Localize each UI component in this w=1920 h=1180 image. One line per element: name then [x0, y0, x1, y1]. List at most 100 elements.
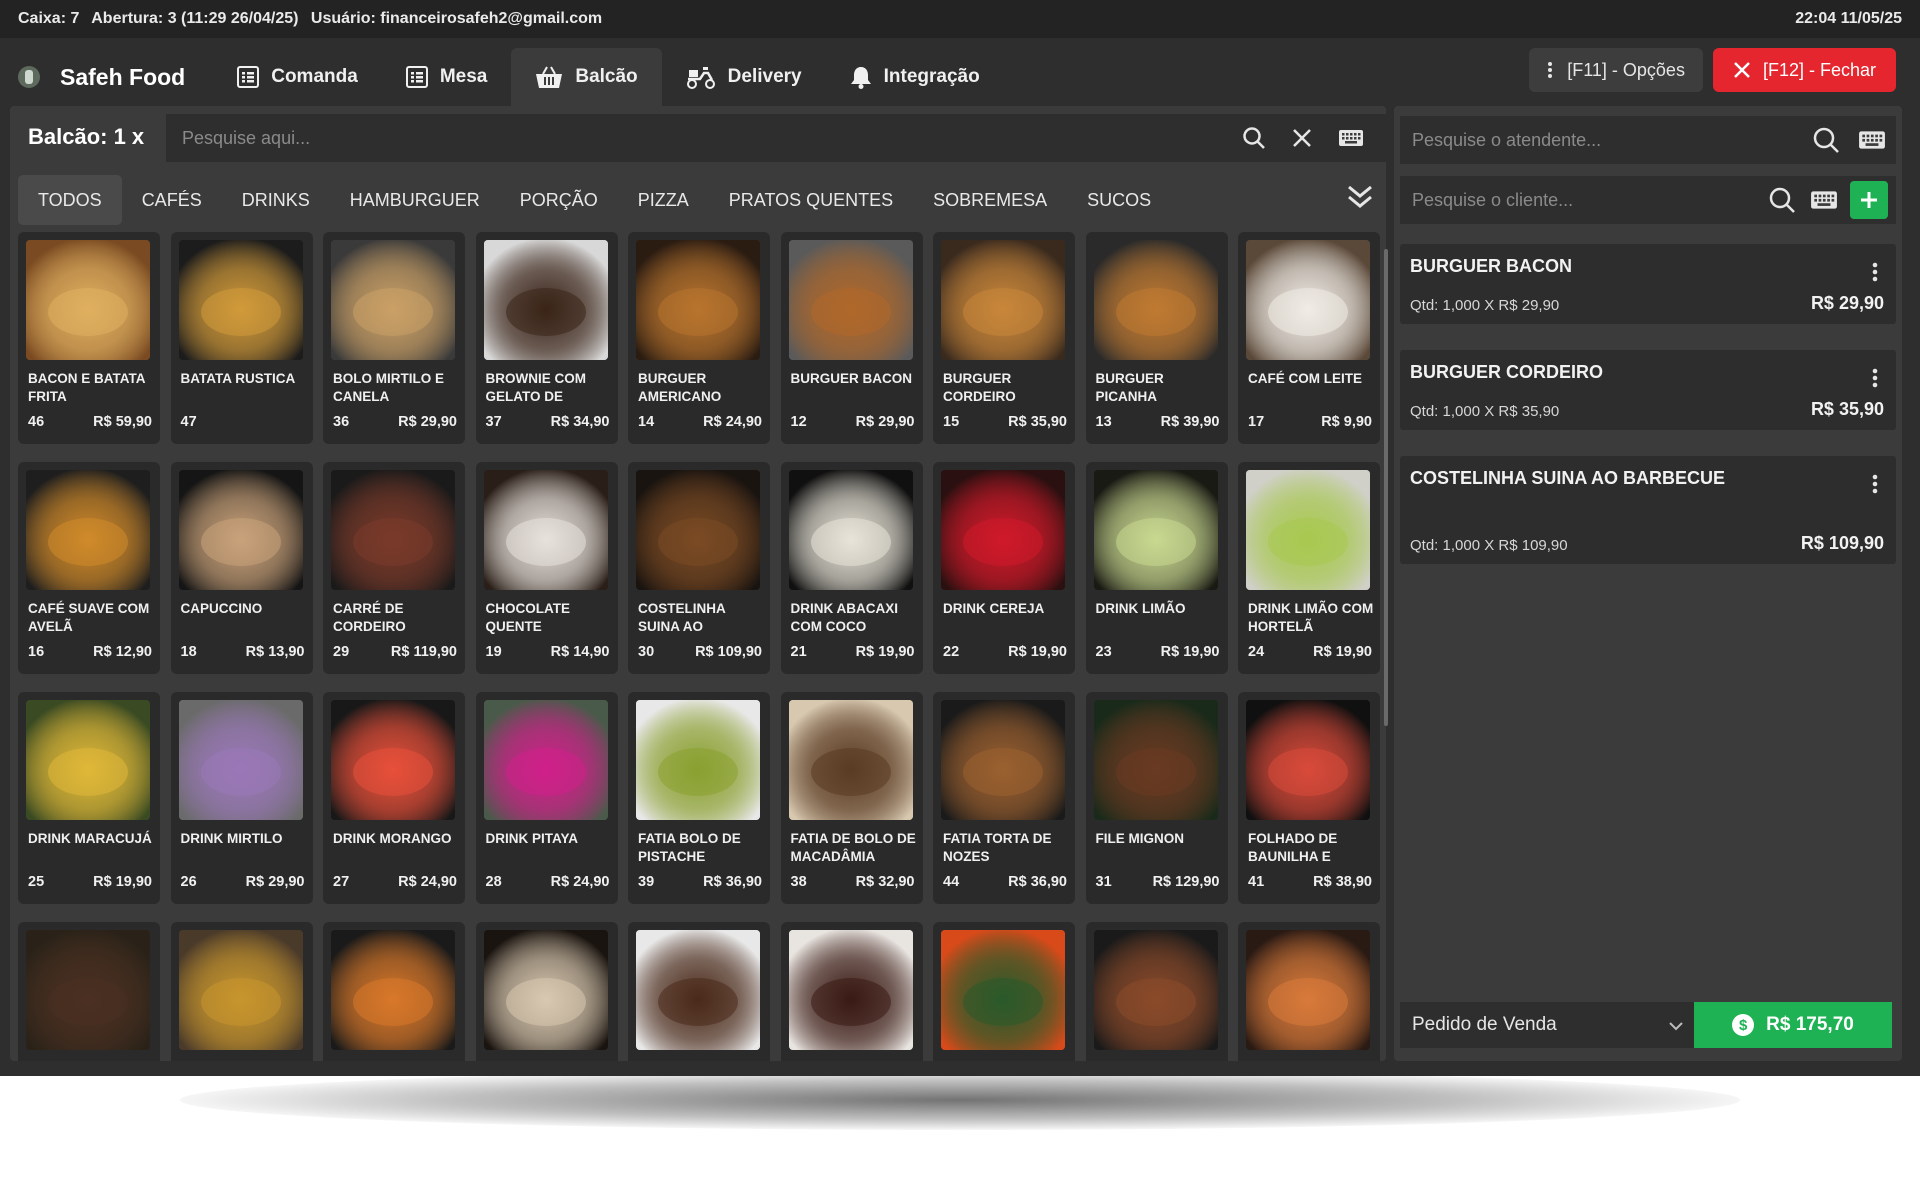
product-card[interactable]: CAFÉ SUAVE COM AVELÃ 16 R$ 12,90 — [18, 462, 160, 674]
more-vertical-icon[interactable] — [1872, 474, 1878, 499]
product-card[interactable]: DRINK PITAYA 28 R$ 24,90 — [475, 692, 618, 904]
tab-balcao[interactable]: Balcão — [511, 48, 662, 106]
keyboard-icon[interactable] — [1858, 130, 1886, 150]
category-pratos-quentes[interactable]: PRATOS QUENTES — [709, 175, 913, 225]
product-name: DRINK LIMÃO COM HORTELÃ — [1248, 601, 1374, 634]
order-item[interactable]: COSTELINHA SUINA AO BARBECUE Qtd: 1,000 … — [1400, 456, 1896, 564]
product-card[interactable] — [933, 922, 1075, 1061]
add-client-button[interactable] — [1850, 181, 1888, 219]
order-item[interactable]: BURGUER BACON Qtd: 1,000 X R$ 29,90 R$ 2… — [1400, 244, 1896, 324]
product-photo — [941, 240, 1065, 360]
product-card[interactable]: DRINK MARACUJÁ 25 R$ 19,90 — [18, 692, 160, 904]
product-card[interactable]: DRINK MORANGO 27 R$ 24,90 — [323, 692, 465, 904]
clear-icon[interactable] — [1292, 128, 1312, 148]
options-button[interactable]: [F11] - Opções — [1529, 48, 1703, 92]
search-icon[interactable] — [1242, 126, 1266, 150]
checkout-total-button[interactable]: $ R$ 175,70 — [1694, 1002, 1892, 1048]
keyboard-icon[interactable] — [1338, 129, 1364, 147]
product-card[interactable]: CAFÉ COM LEITE 17 R$ 9,90 — [1238, 232, 1380, 444]
tab-delivery[interactable]: Delivery — [662, 48, 826, 106]
product-photo — [178, 470, 303, 590]
more-vertical-icon — [1547, 61, 1553, 79]
category-todos[interactable]: TODOS — [18, 175, 122, 225]
category-cafes[interactable]: CAFÉS — [122, 175, 222, 225]
product-name — [333, 1060, 459, 1061]
more-vertical-icon[interactable] — [1872, 262, 1878, 287]
tab-integracao[interactable]: Integração — [826, 48, 1004, 106]
product-photo — [26, 470, 150, 590]
search-icon[interactable] — [1812, 126, 1840, 154]
category-pizza[interactable]: PIZZA — [618, 175, 709, 225]
product-card[interactable]: CAPUCCINO 18 R$ 13,90 — [170, 462, 313, 674]
category-sobremesa[interactable]: SOBREMESA — [913, 175, 1067, 225]
product-card[interactable]: BROWNIE COM GELATO DE 37 R$ 34,90 — [475, 232, 618, 444]
product-card[interactable]: FATIA BOLO DE PISTACHE 39 R$ 36,90 — [628, 692, 770, 904]
product-card[interactable]: BURGUER CORDEIRO 15 R$ 35,90 — [933, 232, 1075, 444]
category-hamburguer[interactable]: HAMBURGUER — [330, 175, 500, 225]
product-card[interactable] — [780, 922, 923, 1061]
product-card[interactable]: DRINK CEREJA 22 R$ 19,90 — [933, 462, 1075, 674]
product-name: BURGUER BACON — [790, 371, 913, 386]
search-actions — [1216, 126, 1364, 150]
chevron-double-down-icon[interactable] — [1346, 184, 1374, 215]
product-card[interactable]: FOLHADO DE BAUNILHA E 41 R$ 38,90 — [1238, 692, 1380, 904]
product-card[interactable] — [1085, 922, 1228, 1061]
product-card[interactable]: BURGUER AMERICANO 14 R$ 24,90 — [628, 232, 770, 444]
product-price: R$ 19,90 — [855, 644, 915, 660]
search-icon[interactable] — [1768, 186, 1796, 214]
product-card[interactable]: DRINK MIRTILO 26 R$ 29,90 — [170, 692, 313, 904]
caixa-label: Caixa: 7 — [18, 10, 80, 27]
product-code: 25 — [28, 874, 45, 890]
tab-mesa[interactable]: Mesa — [382, 48, 512, 106]
product-price: R$ 19,90 — [93, 874, 152, 890]
product-card[interactable]: CARRÉ DE CORDEIRO 29 R$ 119,90 — [323, 462, 465, 674]
product-price: R$ 14,90 — [550, 644, 610, 660]
product-card[interactable]: CHOCOLATE QUENTE 19 R$ 14,90 — [475, 462, 618, 674]
tab-integracao-label: Integração — [883, 66, 980, 87]
product-card[interactable] — [18, 922, 160, 1061]
product-card[interactable]: BACON E BATATA FRITA 46 R$ 59,90 — [18, 232, 160, 444]
order-item[interactable]: BURGUER CORDEIRO Qtd: 1,000 X R$ 35,90 R… — [1400, 350, 1896, 430]
close-label: [F12] - Fechar — [1762, 59, 1876, 80]
product-card[interactable]: DRINK LIMÃO 23 R$ 19,90 — [1085, 462, 1228, 674]
product-card[interactable] — [170, 922, 313, 1061]
product-card[interactable]: DRINK LIMÃO COM HORTELÃ 24 R$ 19,90 — [1238, 462, 1380, 674]
keyboard-icon[interactable] — [1810, 190, 1838, 210]
product-price: R$ 109,90 — [695, 644, 762, 660]
product-scrollbar[interactable] — [1384, 249, 1388, 726]
product-card[interactable]: BATATA RUSTICA 47 — [170, 232, 313, 444]
product-card[interactable]: FILE MIGNON 31 R$ 129,90 — [1085, 692, 1228, 904]
product-card[interactable]: COSTELINHA SUINA AO 30 R$ 109,90 — [628, 462, 770, 674]
tab-comanda[interactable]: Comanda — [213, 48, 382, 106]
product-price: R$ 13,90 — [245, 644, 305, 660]
category-drinks[interactable]: DRINKS — [222, 175, 330, 225]
category-sucos[interactable]: SUCOS — [1067, 175, 1171, 225]
product-card[interactable] — [475, 922, 618, 1061]
more-vertical-icon[interactable] — [1872, 368, 1878, 393]
product-price: R$ 29,90 — [398, 414, 457, 430]
product-photo — [331, 930, 455, 1050]
status-bar: Caixa: 7 Abertura: 3 (11:29 26/04/25) Us… — [0, 0, 1920, 38]
product-price: R$ 12,90 — [93, 644, 152, 660]
product-card[interactable]: BOLO MIRTILO E CANELA 36 R$ 29,90 — [323, 232, 465, 444]
product-card[interactable] — [628, 922, 770, 1061]
client-actions — [1768, 181, 1888, 219]
order-type-select[interactable]: Pedido de Venda — [1400, 1002, 1696, 1048]
product-name: CHOCOLATE QUENTE — [485, 601, 571, 634]
product-card[interactable]: FATIA DE BOLO DE MACADÂMIA 38 R$ 32,90 — [780, 692, 923, 904]
product-photo — [636, 930, 760, 1050]
product-name: DRINK PITAYA — [485, 831, 579, 846]
product-photo — [483, 930, 608, 1050]
product-card[interactable]: FATIA TORTA DE NOZES 44 R$ 36,90 — [933, 692, 1075, 904]
product-price: R$ 19,90 — [1160, 644, 1220, 660]
product-card[interactable]: BURGUER BACON 12 R$ 29,90 — [780, 232, 923, 444]
product-card[interactable] — [1238, 922, 1380, 1061]
product-card[interactable]: BURGUER PICANHA 13 R$ 39,90 — [1085, 232, 1228, 444]
category-porcao[interactable]: PORÇÃO — [500, 175, 618, 225]
product-card[interactable] — [323, 922, 465, 1061]
close-button[interactable]: [F12] - Fechar — [1712, 48, 1896, 92]
brand: Safeh Food — [18, 48, 185, 106]
product-price: R$ 19,90 — [1008, 644, 1067, 660]
product-search-input[interactable] — [166, 114, 1386, 162]
product-card[interactable]: DRINK ABACAXI COM COCO 21 R$ 19,90 — [780, 462, 923, 674]
